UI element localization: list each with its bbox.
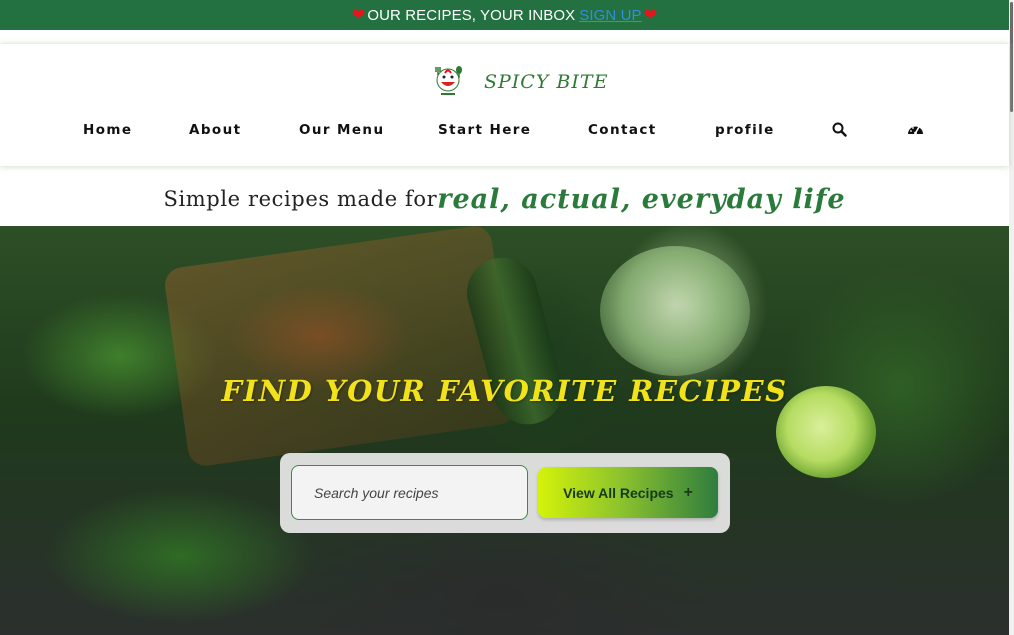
- search-icon[interactable]: [832, 122, 847, 142]
- view-all-recipes-label: View All Recipes: [563, 484, 674, 501]
- nav-our-menu[interactable]: Our Menu: [299, 122, 384, 138]
- hero-section: FIND YOUR FAVORITE RECIPES View All Reci…: [0, 226, 1009, 635]
- cabbage-image: [600, 246, 750, 376]
- search-panel: View All Recipes +: [280, 453, 730, 533]
- hero-title: FIND YOUR FAVORITE RECIPES: [221, 374, 788, 408]
- nav-start-here[interactable]: Start Here: [438, 122, 531, 138]
- plus-icon: +: [683, 483, 693, 501]
- nav-home[interactable]: Home: [83, 122, 132, 138]
- announcement-bar: ❤ OUR RECIPES, YOUR INBOX SIGN UP ❤: [0, 0, 1009, 30]
- heart-icon: ❤: [643, 7, 658, 24]
- brand-name[interactable]: SPICY BITE: [484, 71, 608, 93]
- dashboard-icon[interactable]: [907, 122, 924, 142]
- scrollbar-thumb[interactable]: [1010, 2, 1013, 112]
- recipe-search-input[interactable]: [291, 465, 528, 520]
- heart-icon: ❤: [351, 7, 366, 24]
- brand[interactable]: SPICY BITE: [430, 62, 608, 98]
- site-header: SPICY BITE Home About Our Menu Start Her…: [0, 44, 1009, 166]
- nav-about[interactable]: About: [189, 122, 241, 138]
- tagline-accent: real, actual, everyday life: [437, 183, 846, 215]
- chef-smiley-logo[interactable]: [430, 62, 466, 98]
- tagline: Simple recipes made for real, actual, ev…: [0, 172, 1009, 226]
- nav-contact[interactable]: Contact: [588, 122, 657, 138]
- tagline-plain: Simple recipes made for: [163, 187, 438, 211]
- nav-profile[interactable]: profile: [715, 122, 775, 138]
- sign-up-link[interactable]: SIGN UP: [579, 7, 641, 24]
- scrollbar[interactable]: [1009, 0, 1014, 635]
- main-nav: Home About Our Menu Start Here Contact p…: [0, 122, 1009, 142]
- announcement-text: OUR RECIPES, YOUR INBOX: [367, 6, 576, 24]
- view-all-recipes-button[interactable]: View All Recipes +: [538, 467, 718, 518]
